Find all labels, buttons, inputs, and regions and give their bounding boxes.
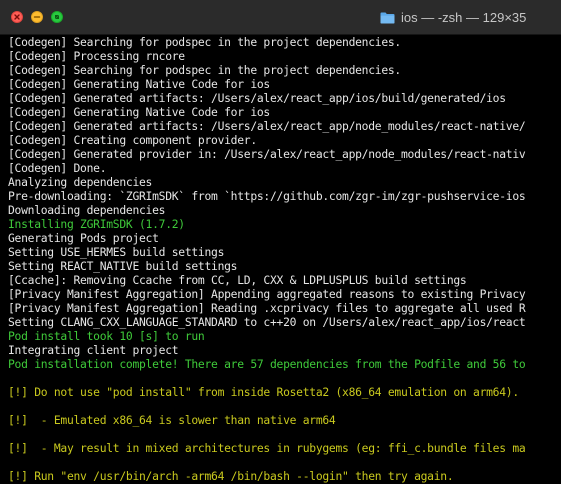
- terminal-line: [!] - Emulated x86_64 is slower than nat…: [8, 413, 336, 427]
- close-icon[interactable]: [11, 11, 23, 23]
- terminal-line: Setting USE_HERMES build settings: [8, 245, 225, 259]
- terminal-line: Installing ZGRImSDK (1.7.2): [8, 217, 185, 231]
- terminal-line: [Privacy Manifest Aggregation] Reading .…: [8, 301, 526, 315]
- terminal-line: Integrating client project: [8, 343, 179, 357]
- title-bar[interactable]: ios — -zsh — 129×35: [0, 0, 561, 35]
- terminal-line: Setting REACT_NATIVE build settings: [8, 259, 238, 273]
- terminal-line: Pod installation complete! There are 57 …: [8, 357, 526, 371]
- terminal-line: [Codegen] Done.: [8, 161, 107, 175]
- terminal-line: [Codegen] Generating Native Code for ios: [8, 77, 270, 91]
- window-title-text: ios — -zsh — 129×35: [401, 10, 527, 25]
- terminal-line: Pre-downloading: `ZGRImSDK` from `https:…: [8, 189, 526, 203]
- terminal-line: [Codegen] Generated artifacts: /Users/al…: [8, 119, 526, 133]
- terminal-line: Pod install took 10 [s] to run: [8, 329, 205, 343]
- terminal-output[interactable]: [Codegen] Searching for podspec in the p…: [8, 35, 561, 484]
- terminal-line: [Codegen] Processing rncore: [8, 49, 185, 63]
- terminal-line: [Codegen] Generated provider in: /Users/…: [8, 147, 526, 161]
- terminal-line: [Codegen] Generating Native Code for ios: [8, 105, 270, 119]
- terminal-line: Downloading dependencies: [8, 203, 166, 217]
- terminal-line: Generating Pods project: [8, 231, 159, 245]
- folder-icon: [380, 12, 395, 24]
- terminal-line: [Ccache]: Removing Ccache from CC, LD, C…: [8, 273, 467, 287]
- terminal-line: [Codegen] Searching for podspec in the p…: [8, 35, 401, 49]
- window-title: ios — -zsh — 129×35: [380, 0, 526, 35]
- terminal-line: Setting CLANG_CXX_LANGUAGE_STANDARD to c…: [8, 315, 526, 329]
- terminal-line: [Privacy Manifest Aggregation] Appending…: [8, 287, 526, 301]
- terminal-window: ios — -zsh — 129×35 [Codegen] Searching …: [0, 0, 561, 484]
- terminal-line: [!] Do not use "pod install" from inside…: [8, 385, 519, 399]
- terminal-line: [Codegen] Searching for podspec in the p…: [8, 63, 401, 77]
- minimize-icon[interactable]: [31, 11, 43, 23]
- maximize-icon[interactable]: [51, 11, 63, 23]
- terminal-line: [!] - May result in mixed architectures …: [8, 441, 526, 455]
- terminal-line: Analyzing dependencies: [8, 175, 153, 189]
- terminal-line: [Codegen] Generated artifacts: /Users/al…: [8, 91, 506, 105]
- terminal-line: [!] Run "env /usr/bin/arch -arm64 /bin/b…: [8, 469, 454, 483]
- terminal-line: [Codegen] Creating component provider.: [8, 133, 257, 147]
